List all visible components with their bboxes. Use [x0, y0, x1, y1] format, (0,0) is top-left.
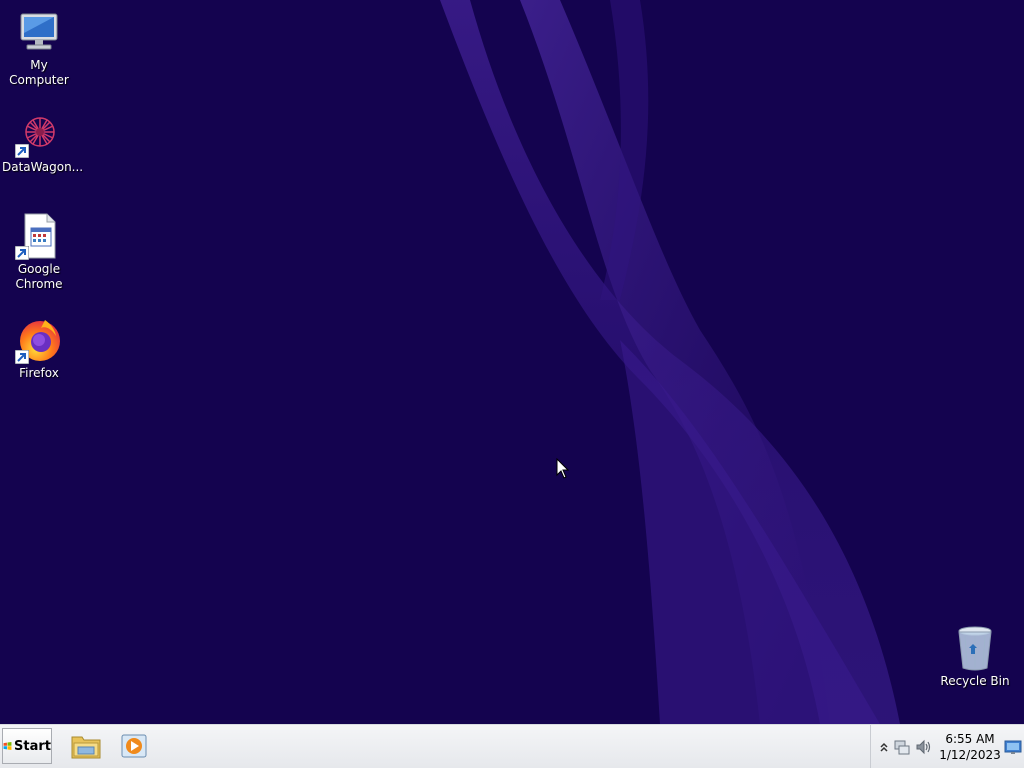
desktop-icon-datawagon[interactable]: DataWagon...	[0, 110, 84, 175]
desktop-icon-label: Recycle Bin	[940, 674, 1010, 688]
desktop[interactable]: My Computer DataWagon... Google Chrome F…	[0, 0, 1024, 724]
network-icon[interactable]	[893, 738, 911, 756]
datawagon-icon	[15, 110, 63, 158]
taskbar: Start 6:55 AM 1/12/2023	[0, 724, 1024, 768]
show-hidden-icons-chevron-icon[interactable]	[875, 738, 893, 756]
desktop-icon-firefox[interactable]: Firefox	[0, 316, 78, 381]
firefox-icon	[15, 316, 63, 364]
file-explorer-icon	[71, 736, 101, 759]
desktop-icon-label: Google Chrome	[15, 262, 63, 291]
my-computer-icon	[15, 8, 63, 56]
clock-time: 6:55 AM	[945, 732, 995, 746]
system-tray: 6:55 AM 1/12/2023	[870, 725, 1024, 768]
media-player-icon	[121, 734, 147, 758]
google-chrome-icon	[15, 212, 63, 260]
desktop-icon-label: DataWagon...	[2, 160, 84, 174]
clock-date: 1/12/2023	[939, 748, 1001, 762]
show-desktop-icon[interactable]	[1003, 737, 1023, 757]
volume-icon[interactable]	[915, 738, 933, 756]
shortcut-arrow-icon	[15, 144, 29, 158]
taskbar-media-player-button[interactable]	[116, 729, 152, 763]
desktop-icon-label: Firefox	[19, 366, 59, 380]
recycle-bin-icon	[951, 624, 999, 672]
start-button[interactable]: Start	[2, 728, 52, 764]
desktop-icon-label: My Computer	[9, 58, 69, 87]
clock[interactable]: 6:55 AM 1/12/2023	[937, 731, 1003, 763]
desktop-icon-recycle-bin[interactable]: Recycle Bin	[936, 624, 1014, 689]
start-label: Start	[14, 738, 51, 754]
wallpaper-waves	[440, 0, 900, 724]
taskbar-file-explorer-button[interactable]	[68, 729, 104, 763]
shortcut-arrow-icon	[15, 246, 29, 260]
desktop-icon-google-chrome[interactable]: Google Chrome	[0, 212, 78, 292]
desktop-icon-my-computer[interactable]: My Computer	[0, 8, 78, 88]
shortcut-arrow-icon	[15, 350, 29, 364]
windows-logo-icon	[3, 742, 12, 750]
mouse-cursor-icon	[556, 458, 570, 479]
